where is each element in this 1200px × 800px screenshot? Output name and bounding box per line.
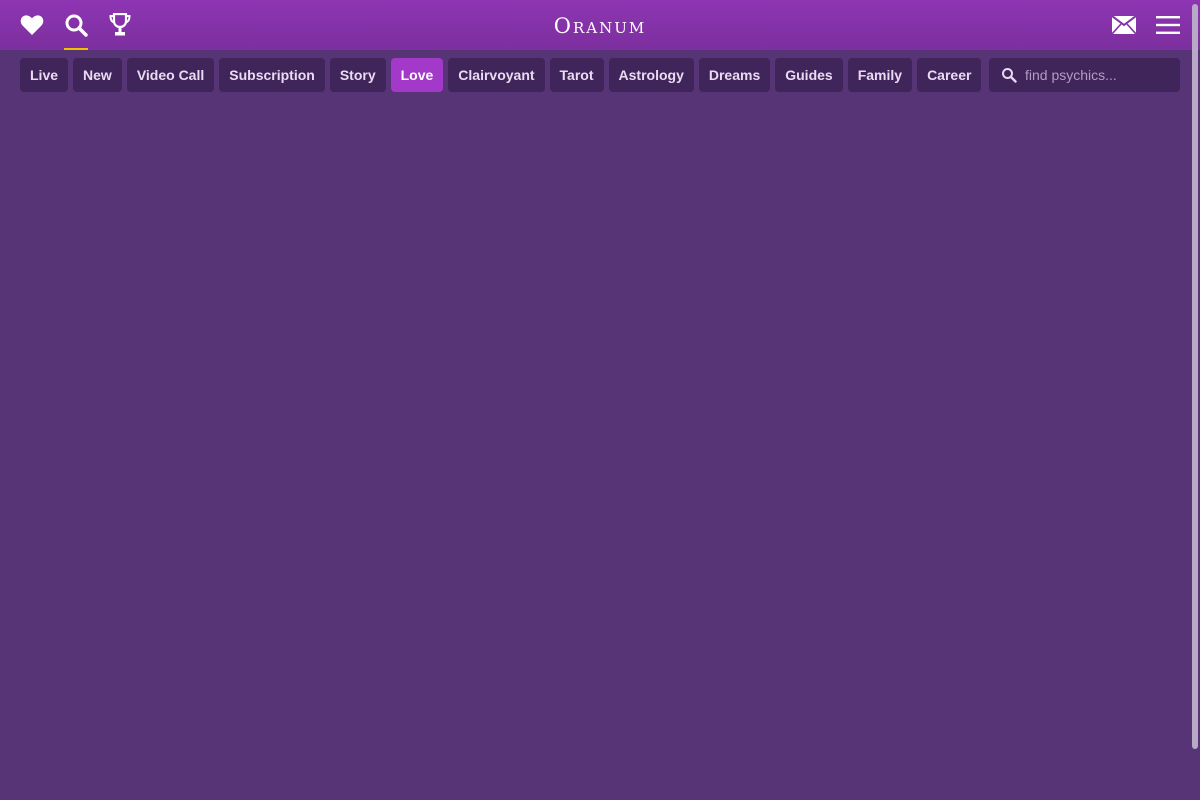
page-scrollbar[interactable]	[1190, 0, 1200, 800]
category-chip-story[interactable]: Story	[329, 58, 386, 92]
scrollbar-thumb[interactable]	[1192, 4, 1198, 749]
category-chip-dreams[interactable]: Dreams	[698, 58, 771, 92]
category-chip-clairvoyant[interactable]: Clairvoyant	[448, 58, 545, 92]
category-chip-astrology[interactable]: Astrology	[608, 58, 694, 92]
category-chip-subscription[interactable]: Subscription	[219, 58, 325, 92]
mail-icon	[1112, 16, 1136, 34]
psychic-search-box[interactable]	[989, 58, 1180, 92]
search-input[interactable]	[1025, 58, 1175, 92]
top-navigation-bar: Oranum	[0, 0, 1200, 50]
category-chip-family[interactable]: Family	[847, 58, 913, 92]
category-chip-live[interactable]: Live	[20, 58, 69, 92]
messages-button[interactable]	[1102, 0, 1146, 50]
search-icon	[1002, 68, 1017, 83]
category-chip-love[interactable]: Love	[390, 58, 444, 92]
category-chip-new[interactable]: New	[73, 58, 122, 92]
hamburger-menu-icon	[1156, 16, 1180, 34]
category-chip-guides[interactable]: Guides	[775, 58, 843, 92]
oranum-logo[interactable]: Oranum	[0, 10, 1200, 42]
category-chip-list: Live New Video Call Subscription Story Love Cl…	[20, 58, 981, 92]
category-chip-tarot[interactable]: Tarot	[549, 58, 604, 92]
main-menu-button[interactable]	[1146, 0, 1190, 50]
category-filter-bar: Live New Video Call Subscription Story Love Cl…	[0, 50, 1190, 100]
category-chip-career[interactable]: Career	[917, 58, 981, 92]
category-chip-video-call[interactable]: Video Call	[126, 58, 215, 92]
